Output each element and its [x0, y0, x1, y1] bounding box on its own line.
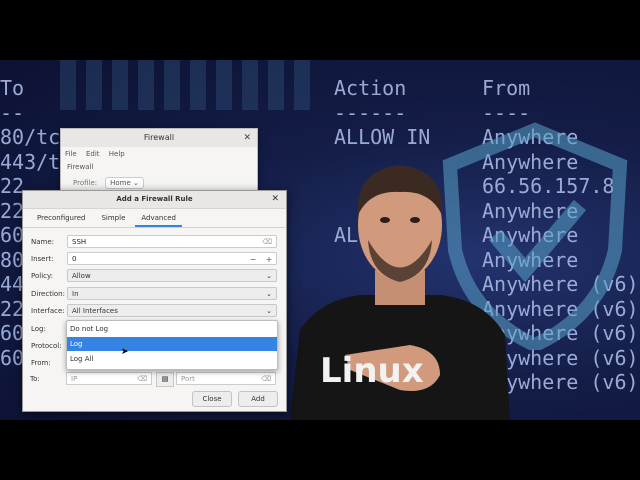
- from-label: From:: [31, 359, 51, 367]
- to-port-field[interactable]: Port ⌫: [176, 372, 276, 385]
- chevron-down-icon: ⌄: [266, 307, 272, 315]
- mouse-cursor-icon: ➤: [121, 347, 129, 357]
- firewall-section-label: Firewall: [67, 163, 94, 171]
- log-label: Log:: [31, 325, 46, 333]
- dialog-buttons: Close Add: [192, 391, 278, 407]
- protocol-label: Protocol:: [31, 342, 62, 350]
- presenter-photo: Linux: [290, 165, 510, 420]
- chevron-down-icon: ⌄: [266, 290, 272, 298]
- direction-select[interactable]: In ⌄: [67, 287, 277, 300]
- minus-icon[interactable]: −: [246, 253, 260, 266]
- close-button[interactable]: Close: [192, 391, 232, 407]
- dialog-tabs: Preconfigured Simple Advanced: [23, 209, 286, 228]
- to-ip-field[interactable]: IP ⌫: [66, 372, 152, 385]
- profile-select[interactable]: Home ⌄: [105, 177, 144, 189]
- tab-simple[interactable]: Simple: [95, 209, 131, 227]
- name-label: Name:: [31, 238, 55, 246]
- firewall-window-titlebar: Firewall ✕: [61, 129, 257, 147]
- insert-row: Insert: 0 − +: [31, 252, 279, 266]
- policy-row: Policy: Allow ⌄: [31, 269, 279, 283]
- close-icon[interactable]: ✕: [271, 191, 279, 208]
- log-option-do-not-log[interactable]: Do not Log: [67, 322, 277, 336]
- log-option-log[interactable]: Log: [67, 337, 277, 351]
- policy-label: Policy:: [31, 272, 53, 280]
- direction-row: Direction: In ⌄: [31, 287, 279, 301]
- tab-preconfigured[interactable]: Preconfigured: [31, 209, 91, 227]
- paste-icon[interactable]: ▤: [156, 372, 174, 387]
- interface-row: Interface: All Interfaces ⌄: [31, 304, 279, 318]
- dialog-title: Add a Firewall Rule: [116, 195, 193, 203]
- plus-icon[interactable]: +: [262, 253, 276, 266]
- video-scene: To -- 80/tc 443/t 22 22 60 80 44 22 60 6…: [0, 60, 640, 420]
- shirt-logo-text: Linux: [320, 351, 424, 391]
- interface-select[interactable]: All Interfaces ⌄: [67, 304, 277, 317]
- add-button[interactable]: Add: [238, 391, 278, 407]
- menu-help[interactable]: Help: [109, 150, 125, 158]
- log-dropdown-popup: Do not Log Log Log All: [66, 320, 278, 370]
- name-row: Name: SSH ⌫: [31, 235, 279, 249]
- close-icon[interactable]: ✕: [243, 129, 251, 147]
- chevron-down-icon: ⌄: [266, 272, 272, 280]
- insert-label: Insert:: [31, 255, 54, 263]
- policy-select[interactable]: Allow ⌄: [67, 269, 277, 282]
- insert-spinner[interactable]: 0 − +: [67, 252, 277, 265]
- direction-label: Direction:: [31, 290, 65, 298]
- clear-icon[interactable]: ⌫: [137, 373, 147, 386]
- menu-edit[interactable]: Edit: [86, 150, 100, 158]
- clear-icon[interactable]: ⌫: [262, 236, 272, 249]
- to-row: To: IP ⌫ ▤ Port ⌫: [30, 372, 278, 387]
- dialog-titlebar: Add a Firewall Rule ✕: [23, 191, 286, 209]
- menu-file[interactable]: File: [65, 150, 77, 158]
- log-option-log-all[interactable]: Log All: [67, 352, 277, 366]
- menu-bar: File Edit Help: [61, 147, 257, 161]
- clear-icon[interactable]: ⌫: [261, 373, 271, 386]
- interface-label: Interface:: [31, 307, 65, 315]
- firewall-window-title: Firewall: [143, 133, 175, 142]
- tab-advanced[interactable]: Advanced: [135, 209, 182, 227]
- letterbox-top: [0, 0, 640, 60]
- profile-label: Profile:: [73, 179, 98, 187]
- to-label: To:: [30, 375, 40, 383]
- name-field[interactable]: SSH ⌫: [67, 235, 277, 248]
- letterbox-bottom: [0, 420, 640, 480]
- decorative-dots: [60, 60, 320, 110]
